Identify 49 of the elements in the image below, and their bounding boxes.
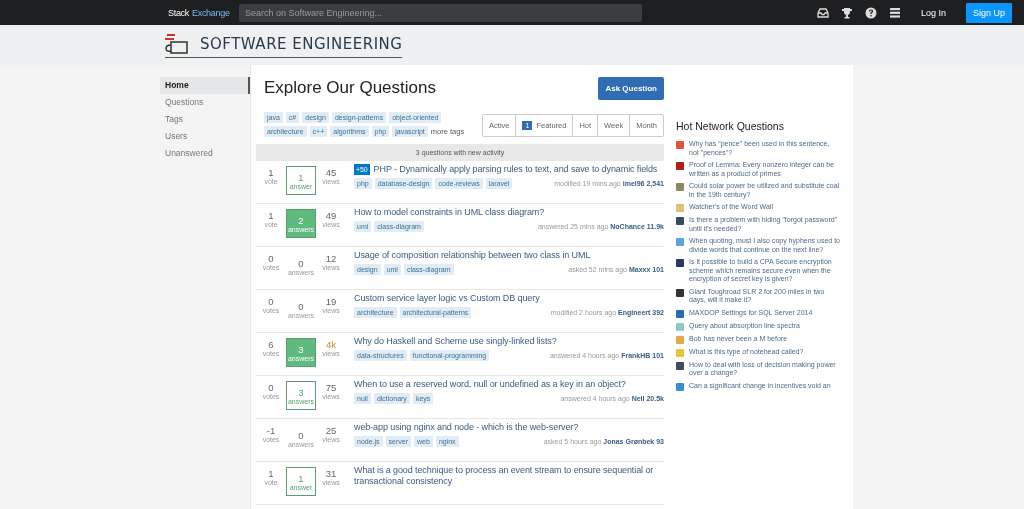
vote-count: 1	[268, 468, 274, 479]
search-field[interactable]: Search on Software Engineering...	[239, 3, 642, 22]
question-title-link[interactable]: How to model constraints in UML class diagram?	[354, 207, 545, 218]
ask-question-button[interactable]: Ask Question	[598, 77, 664, 100]
answer-count: 1	[298, 171, 304, 183]
vote-count: 0	[268, 296, 274, 307]
help-icon[interactable]	[864, 6, 877, 19]
answer-count: 2	[298, 214, 304, 226]
question-title-link[interactable]: Usage of composition relationship between two class in UML	[354, 250, 591, 261]
stackexchange-logo[interactable]: Stack Exchange	[165, 6, 229, 19]
vote-count: 1	[268, 210, 274, 221]
vote-count: 1	[268, 167, 274, 178]
trophy-icon[interactable]	[840, 6, 853, 19]
view-count: 4k	[325, 339, 336, 350]
view-count: 45	[325, 167, 337, 178]
page-title: Explore Our Questions	[264, 77, 436, 98]
answer-count: 1	[298, 472, 304, 484]
menu-icon[interactable]	[888, 6, 901, 19]
vote-count: -1	[266, 425, 276, 436]
view-count: 75	[325, 382, 337, 393]
answer-count: 0	[298, 429, 304, 441]
nav-item[interactable]: Questions	[160, 94, 250, 111]
signup-button[interactable]: Sign Up	[965, 2, 1012, 23]
question-title-link[interactable]: When to use a reserved word, null or undefined as a key in an object?	[354, 379, 626, 390]
nav-item[interactable]: Home	[160, 77, 250, 94]
nav-item[interactable]: Users	[160, 128, 250, 145]
vote-count: 0	[268, 382, 274, 393]
answer-count: 3	[298, 386, 304, 398]
question-title-link[interactable]: PHP - Dynamically apply parsing rules to text, and save to dynamic fields	[373, 164, 658, 175]
section-heading: Hot Network Questions	[676, 120, 785, 132]
vote-count: 6	[268, 339, 274, 350]
site-title[interactable]: SOFTWARE ENGINEERING	[200, 34, 403, 53]
view-count: 49	[325, 210, 337, 221]
vote-count: 0	[268, 253, 274, 264]
view-count: 12	[325, 253, 337, 264]
nav-item[interactable]: Unanswered	[160, 145, 250, 162]
login-link[interactable]: Log In	[912, 7, 954, 18]
question-title-link[interactable]: Custom service layer logic vs Custom DB query	[354, 293, 540, 304]
question-title-link[interactable]: Why do Haskell and Scheme use singly-linked lists?	[354, 336, 557, 347]
view-count: 31	[325, 468, 337, 479]
nav-item[interactable]: Tags	[160, 111, 250, 128]
question-title-link[interactable]: What is a good technique to process an event stream to ensure sequential or transactional consistency	[354, 465, 664, 487]
view-count: 19	[325, 296, 337, 307]
answer-count: 0	[298, 257, 304, 269]
view-count: 25	[325, 425, 337, 436]
answer-count: 3	[298, 343, 304, 355]
question-title-link[interactable]: web-app using nginx and node - which is the web-server?	[354, 422, 579, 433]
inbox-icon[interactable]	[816, 6, 829, 19]
answer-count: 0	[298, 300, 304, 312]
